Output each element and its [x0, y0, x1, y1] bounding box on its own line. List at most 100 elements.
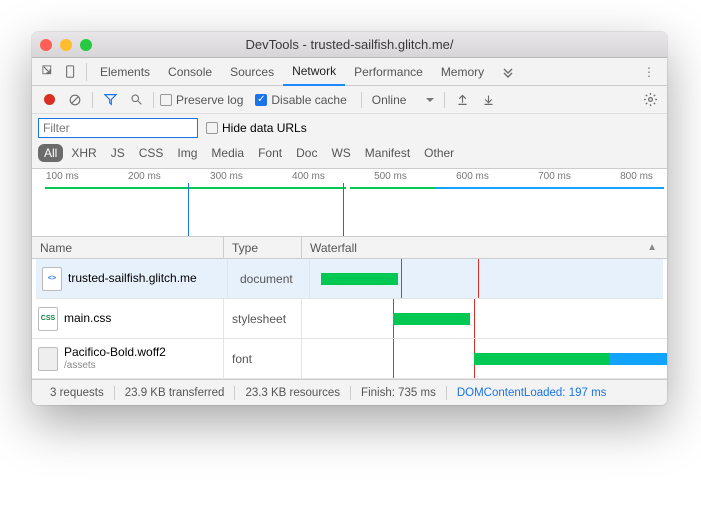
titlebar: DevTools - trusted-sailfish.glitch.me/ [32, 32, 667, 58]
separator [86, 63, 87, 81]
status-finish: Finish: 735 ms [351, 387, 446, 399]
cell-waterfall [302, 339, 667, 378]
separator [153, 92, 154, 108]
tab-elements[interactable]: Elements [91, 58, 159, 86]
cell-type: stylesheet [224, 299, 302, 338]
cell-type: font [224, 339, 302, 378]
search-icon[interactable] [125, 89, 147, 111]
preserve-log-label: Preserve log [176, 93, 243, 107]
type-font[interactable]: Font [252, 144, 288, 162]
column-headers: Name Type Waterfall▲ [32, 237, 667, 259]
status-transferred: 23.9 KB transferred [115, 387, 235, 399]
tab-sources[interactable]: Sources [221, 58, 283, 86]
request-rows: <>trusted-sailfish.glitch.medocumentCSSm… [32, 259, 667, 379]
waterfall-bar [393, 313, 470, 325]
overview-ticks: 100 ms200 ms300 ms400 ms500 ms600 ms700 … [32, 169, 667, 182]
preserve-log-checkbox[interactable]: Preserve log [160, 93, 243, 107]
waterfall-marker [474, 299, 475, 338]
inspect-icon[interactable] [38, 61, 60, 83]
filter-icon[interactable] [99, 89, 121, 111]
table-row[interactable]: CSSmain.cssstylesheet [32, 299, 667, 339]
overview-bar [435, 187, 664, 189]
type-other[interactable]: Other [418, 144, 460, 162]
cell-name: Pacifico-Bold.woff2/assets [32, 339, 224, 378]
sort-asc-icon: ▲ [647, 242, 657, 253]
type-img[interactable]: Img [171, 144, 203, 162]
table-row[interactable]: <>trusted-sailfish.glitch.medocument [36, 259, 663, 299]
traffic-lights [40, 39, 92, 51]
network-toolbar: Preserve log ✓Disable cache Online [32, 86, 667, 114]
tab-network[interactable]: Network [283, 58, 345, 86]
type-ws[interactable]: WS [325, 144, 356, 162]
timeline-overview[interactable]: 100 ms200 ms300 ms400 ms500 ms600 ms700 … [32, 169, 667, 237]
tab-memory[interactable]: Memory [432, 58, 493, 86]
throttling-select[interactable]: Online [372, 93, 435, 107]
disable-cache-checkbox[interactable]: ✓Disable cache [255, 93, 346, 107]
overview-tick: 400 ms [292, 171, 325, 182]
waterfall-bar [474, 353, 609, 365]
type-manifest[interactable]: Manifest [359, 144, 416, 162]
cell-name: <>trusted-sailfish.glitch.me [36, 259, 228, 298]
status-requests: 3 requests [40, 387, 114, 399]
table-row[interactable]: Pacifico-Bold.woff2/assetsfont [32, 339, 667, 379]
overview-tick: 200 ms [128, 171, 161, 182]
overview-tick: 300 ms [210, 171, 243, 182]
waterfall-marker [478, 259, 479, 298]
download-icon[interactable] [477, 89, 499, 111]
overview-tick: 500 ms [374, 171, 407, 182]
status-dcl[interactable]: DOMContentLoaded: 197 ms [447, 387, 617, 399]
header-waterfall[interactable]: Waterfall▲ [302, 241, 667, 255]
overview-marker [188, 183, 189, 236]
maximize-icon[interactable] [80, 39, 92, 51]
cell-type: document [232, 259, 310, 298]
overview-bar [45, 187, 347, 189]
more-tabs-icon[interactable] [497, 61, 519, 83]
filter-bar: Hide data URLs [32, 114, 667, 142]
upload-icon[interactable] [451, 89, 473, 111]
filter-input[interactable] [38, 118, 198, 138]
type-xhr[interactable]: XHR [65, 144, 102, 162]
header-type[interactable]: Type [224, 237, 302, 258]
type-js[interactable]: JS [105, 144, 131, 162]
request-name: Pacifico-Bold.woff2 [64, 345, 166, 359]
waterfall-marker [401, 259, 402, 298]
request-path: /assets [64, 360, 166, 372]
hide-data-urls-checkbox[interactable]: Hide data URLs [206, 121, 307, 135]
tab-performance[interactable]: Performance [345, 58, 432, 86]
tab-console[interactable]: Console [159, 58, 221, 86]
kebab-menu-icon[interactable]: ⋮ [637, 65, 661, 79]
overview-tick: 100 ms [46, 171, 79, 182]
separator [444, 92, 445, 108]
request-name: main.css [64, 311, 111, 325]
request-name: trusted-sailfish.glitch.me [68, 271, 197, 285]
chevron-down-icon [426, 98, 434, 102]
type-css[interactable]: CSS [133, 144, 170, 162]
cell-name: CSSmain.css [32, 299, 224, 338]
status-bar: 3 requests 23.9 KB transferred 23.3 KB r… [32, 379, 667, 405]
cell-waterfall [302, 299, 667, 338]
waterfall-bar [609, 353, 667, 365]
disable-cache-label: Disable cache [271, 93, 346, 107]
panel-tabs: ElementsConsoleSourcesNetworkPerformance… [32, 58, 667, 86]
devtools-window: DevTools - trusted-sailfish.glitch.me/ E… [32, 32, 667, 405]
header-name[interactable]: Name [32, 237, 224, 258]
window-title: DevTools - trusted-sailfish.glitch.me/ [32, 37, 667, 52]
record-button[interactable] [38, 89, 60, 111]
device-icon[interactable] [60, 61, 82, 83]
overview-tick: 600 ms [456, 171, 489, 182]
settings-icon[interactable] [639, 89, 661, 111]
type-media[interactable]: Media [205, 144, 250, 162]
overview-tick: 800 ms [620, 171, 653, 182]
type-all[interactable]: All [38, 144, 63, 162]
status-resources: 23.3 KB resources [235, 387, 350, 399]
type-doc[interactable]: Doc [290, 144, 323, 162]
close-icon[interactable] [40, 39, 52, 51]
minimize-icon[interactable] [60, 39, 72, 51]
waterfall-bar [321, 273, 398, 285]
clear-icon[interactable] [64, 89, 86, 111]
separator [92, 92, 93, 108]
overview-area [32, 183, 667, 236]
overview-marker [343, 183, 344, 236]
waterfall-marker [393, 339, 394, 378]
separator [361, 92, 362, 108]
